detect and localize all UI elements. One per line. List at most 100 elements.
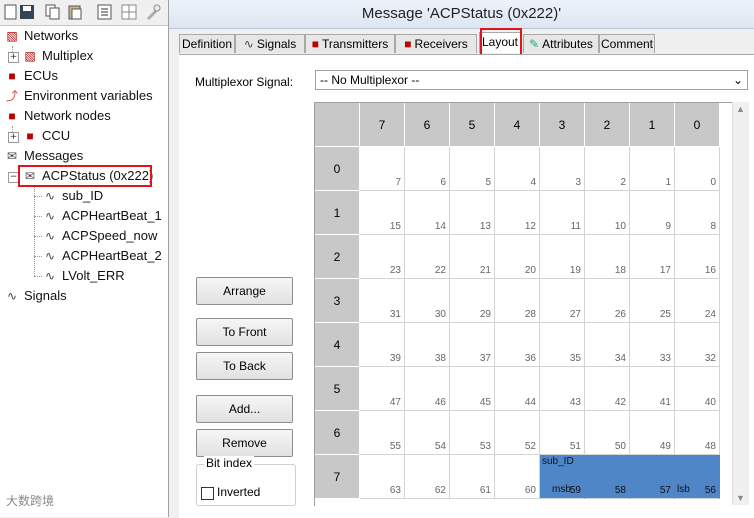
expand-toggle[interactable]: + (8, 132, 19, 143)
grid-bit-cell[interactable]: 37 (450, 323, 495, 367)
signal-block-cell[interactable]: sub_ID msb 59 (540, 455, 585, 499)
grid-bit-cell[interactable]: 6 (405, 147, 450, 191)
grid-bit-cell[interactable]: 15 (360, 191, 405, 235)
inverted-checkbox[interactable] (201, 487, 214, 500)
grid-bit-cell[interactable]: 18 (585, 235, 630, 279)
grid-bit-cell[interactable]: 5 (450, 147, 495, 191)
grid-bit-cell[interactable]: 61 (450, 455, 495, 499)
grid-bit-cell[interactable]: 50 (585, 411, 630, 455)
tools-icon[interactable] (144, 3, 162, 21)
grid-bit-cell[interactable]: 28 (495, 279, 540, 323)
grid-bit-cell[interactable]: 4 (495, 147, 540, 191)
tree-ecus[interactable]: ■ ECUs (4, 66, 58, 86)
grid-bit-cell[interactable]: 8 (675, 191, 720, 235)
properties-icon[interactable] (96, 3, 114, 21)
add-button[interactable]: Add... (196, 395, 293, 423)
tree-network-nodes[interactable]: ■ Network nodes (4, 106, 110, 126)
grid-bit-cell[interactable]: 41 (630, 367, 675, 411)
grid-bit-cell[interactable]: 55 (360, 411, 405, 455)
signal-block-cell[interactable]: 58 (585, 455, 630, 499)
tree-signal-item[interactable]: ∿ ACPHeartBeat_2 (42, 246, 162, 266)
grid-bit-cell[interactable]: 0 (675, 147, 720, 191)
grid-bit-cell[interactable]: 30 (405, 279, 450, 323)
tab-definition[interactable]: Definition (179, 34, 235, 53)
grid-bit-cell[interactable]: 1 (630, 147, 675, 191)
grid-bit-cell[interactable]: 13 (450, 191, 495, 235)
grid-bit-cell[interactable]: 47 (360, 367, 405, 411)
tree-ccu[interactable]: ■ CCU (22, 126, 70, 146)
tab-signals[interactable]: ∿ Signals (235, 34, 305, 53)
tab-receivers[interactable]: ■ Receivers (395, 34, 477, 53)
tree-multiplex[interactable]: ▧ Multiplex (22, 46, 93, 66)
grid-bit-cell[interactable]: 19 (540, 235, 585, 279)
grid-bit-cell[interactable]: 20 (495, 235, 540, 279)
grid-bit-cell[interactable]: 43 (540, 367, 585, 411)
grid-bit-cell[interactable]: 24 (675, 279, 720, 323)
grid-bit-cell[interactable]: 7 (360, 147, 405, 191)
grid-bit-cell[interactable]: 62 (405, 455, 450, 499)
tree-messages[interactable]: ✉ Messages (4, 146, 83, 166)
bit-layout-grid[interactable]: 7 6 5 4 3 2 1 0 0 7 6 5 4 3 2 1 0 1 15 14 13 12 11 10 9 8 2 23 22 21 2… (314, 102, 733, 506)
tab-attributes[interactable]: ✎ Attributes (523, 34, 599, 53)
tab-comment[interactable]: Comment (599, 34, 655, 53)
tree-signal-item[interactable]: ∿ ACPSpeed_now (42, 226, 157, 246)
tree-signal-item[interactable]: ∿ sub_ID (42, 186, 103, 206)
grid-bit-cell[interactable]: 21 (450, 235, 495, 279)
grid-bit-cell[interactable]: 23 (360, 235, 405, 279)
grid-bit-cell[interactable]: 31 (360, 279, 405, 323)
grid-bit-cell[interactable]: 35 (540, 323, 585, 367)
grid-bit-cell[interactable]: 40 (675, 367, 720, 411)
grid-bit-cell[interactable]: 63 (360, 455, 405, 499)
grid-icon[interactable] (120, 3, 138, 21)
to-back-button[interactable]: To Back (196, 352, 293, 380)
grid-bit-cell[interactable]: 32 (675, 323, 720, 367)
grid-bit-cell[interactable]: 44 (495, 367, 540, 411)
grid-bit-cell[interactable]: 60 (495, 455, 540, 499)
tree-env-vars[interactable]: ⤴ Environment variables (4, 86, 153, 106)
copy-icon[interactable] (44, 3, 62, 21)
grid-bit-cell[interactable]: 39 (360, 323, 405, 367)
grid-bit-cell[interactable]: 38 (405, 323, 450, 367)
grid-bit-cell[interactable]: 46 (405, 367, 450, 411)
signal-block-cell[interactable]: 57 (630, 455, 675, 499)
grid-bit-cell[interactable]: 52 (495, 411, 540, 455)
grid-bit-cell[interactable]: 48 (675, 411, 720, 455)
tree-signals[interactable]: ∿ Signals (4, 286, 67, 306)
grid-bit-cell[interactable]: 33 (630, 323, 675, 367)
grid-bit-cell[interactable]: 45 (450, 367, 495, 411)
to-front-button[interactable]: To Front (196, 318, 293, 346)
paste-icon[interactable] (66, 3, 84, 21)
tree-signal-item[interactable]: ∿ LVolt_ERR (42, 266, 125, 286)
grid-bit-cell[interactable]: 42 (585, 367, 630, 411)
grid-bit-cell[interactable]: 16 (675, 235, 720, 279)
tree-signal-item[interactable]: ∿ ACPHeartBeat_1 (42, 206, 162, 226)
grid-bit-cell[interactable]: 17 (630, 235, 675, 279)
tab-transmitters[interactable]: ■ Transmitters (305, 34, 395, 53)
grid-bit-cell[interactable]: 27 (540, 279, 585, 323)
scroll-down-icon[interactable]: ▼ (736, 493, 745, 503)
remove-button[interactable]: Remove (196, 429, 293, 457)
grid-bit-cell[interactable]: 25 (630, 279, 675, 323)
grid-bit-cell[interactable]: 14 (405, 191, 450, 235)
grid-bit-cell[interactable]: 26 (585, 279, 630, 323)
grid-bit-cell[interactable]: 54 (405, 411, 450, 455)
grid-bit-cell[interactable]: 3 (540, 147, 585, 191)
grid-bit-cell[interactable]: 36 (495, 323, 540, 367)
mux-select[interactable]: -- No Multiplexor -- ⌄ (315, 70, 748, 90)
grid-bit-cell[interactable]: 51 (540, 411, 585, 455)
expand-toggle[interactable]: + (8, 52, 19, 63)
grid-bit-cell[interactable]: 49 (630, 411, 675, 455)
grid-bit-cell[interactable]: 2 (585, 147, 630, 191)
scroll-up-icon[interactable]: ▲ (736, 104, 745, 114)
grid-bit-cell[interactable]: 29 (450, 279, 495, 323)
grid-bit-cell[interactable]: 12 (495, 191, 540, 235)
signal-block-cell[interactable]: lsb 56 (675, 455, 720, 499)
grid-bit-cell[interactable]: 34 (585, 323, 630, 367)
grid-bit-cell[interactable]: 53 (450, 411, 495, 455)
arrange-button[interactable]: Arrange (196, 277, 293, 305)
grid-bit-cell[interactable]: 10 (585, 191, 630, 235)
grid-bit-cell[interactable]: 22 (405, 235, 450, 279)
grid-bit-cell[interactable]: 9 (630, 191, 675, 235)
save-icon[interactable] (18, 3, 36, 21)
grid-scrollbar[interactable]: ▲ ▼ (732, 102, 749, 505)
